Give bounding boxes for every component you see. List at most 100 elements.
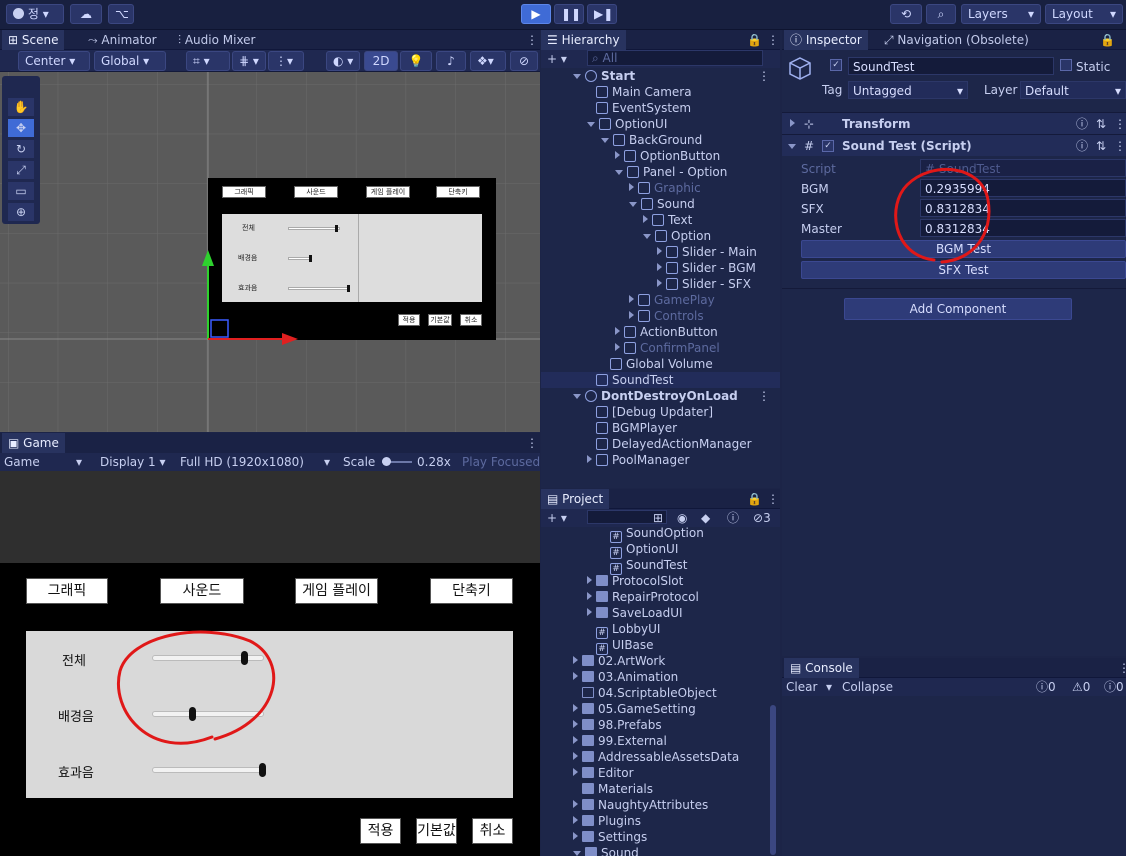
collapse-button[interactable]: Collapse: [842, 679, 893, 695]
project-item[interactable]: # LobbyUI: [541, 621, 771, 639]
chevron-right-icon[interactable]: [573, 768, 578, 776]
lock-icon[interactable]: 🔒: [1094, 30, 1121, 50]
soundtest-header[interactable]: # ✓ Sound Test (Script) ⓘ ⇅ ⋮: [782, 134, 1126, 156]
hierarchy-item[interactable]: Option: [541, 228, 780, 244]
search-icon[interactable]: ⌕: [926, 4, 956, 24]
play-focused-dropdown[interactable]: Play Focused: [462, 454, 540, 470]
project-item[interactable]: # SoundOption: [541, 525, 771, 543]
project-item[interactable]: 05.GameSetting: [541, 701, 771, 717]
error-count[interactable]: ⓘ0: [1104, 679, 1124, 695]
project-item[interactable]: # OptionUI: [541, 541, 771, 559]
project-item[interactable]: NaughtyAttributes: [541, 797, 771, 813]
grid-snap-icon[interactable]: ⌗ ▾: [186, 51, 230, 71]
scale-slider-knob[interactable]: [382, 457, 391, 466]
project-item[interactable]: # SoundTest: [541, 557, 771, 575]
display-dropdown[interactable]: Display 1 ▾: [100, 454, 166, 470]
pivot-dropdown[interactable]: Center ▾: [18, 51, 90, 71]
hierarchy-item[interactable]: OptionUI: [541, 116, 780, 132]
chevron-right-icon[interactable]: [587, 455, 592, 463]
filter-icon[interactable]: ⊞: [653, 510, 663, 526]
chevron-right-icon[interactable]: [573, 704, 578, 712]
hierarchy-item[interactable]: DontDestroyOnLoad ⋮: [541, 388, 780, 404]
add-icon[interactable]: + ▾: [547, 51, 567, 67]
chevron-down-icon[interactable]: [573, 851, 581, 856]
project-item[interactable]: # UIBase: [541, 637, 771, 655]
layer-dropdown[interactable]: Default ▾: [1020, 81, 1126, 99]
hierarchy-item[interactable]: BGMPlayer: [541, 420, 780, 436]
project-item[interactable]: 03.Animation: [541, 669, 771, 685]
hierarchy-item[interactable]: DelayedActionManager: [541, 436, 780, 452]
project-item[interactable]: 99.External: [541, 733, 771, 749]
static-checkbox[interactable]: [1060, 59, 1072, 71]
project-item[interactable]: Settings: [541, 829, 771, 845]
active-checkbox[interactable]: ✓: [830, 59, 842, 71]
layout-dropdown[interactable]: Layout ▾: [1045, 4, 1123, 24]
chevron-down-icon[interactable]: [573, 394, 581, 399]
clear-button[interactable]: Clear: [786, 679, 817, 695]
tag-dropdown[interactable]: Untagged ▾: [848, 81, 968, 99]
step-button[interactable]: ▶❚: [587, 4, 617, 24]
tab-animator[interactable]: ⤳ Animator: [82, 30, 163, 50]
hierarchy-item[interactable]: ConfirmPanel: [541, 340, 780, 356]
add-icon[interactable]: + ▾: [547, 510, 567, 526]
project-scrollbar-thumb[interactable]: [770, 705, 776, 855]
move-gizmo[interactable]: [0, 72, 540, 432]
chevron-down-icon[interactable]: [643, 234, 651, 239]
scene-viewport[interactable]: ✋ ✥ ↻ ⤢ ▭ ⊕ 그래픽 사운드 게임 플레이 단축키 전체 배경음 효과…: [0, 72, 540, 432]
hierarchy-item[interactable]: Slider - SFX: [541, 276, 780, 292]
project-item[interactable]: Materials: [541, 781, 771, 797]
hierarchy-item[interactable]: GamePlay: [541, 292, 780, 308]
chevron-down-icon[interactable]: [587, 122, 595, 127]
chevron-right-icon[interactable]: [629, 295, 634, 303]
history-icon[interactable]: ⟲: [890, 4, 922, 24]
hierarchy-item[interactable]: SoundTest: [541, 372, 780, 388]
hierarchy-item[interactable]: Start ⋮: [541, 68, 780, 84]
hierarchy-item[interactable]: Graphic: [541, 180, 780, 196]
chevron-right-icon[interactable]: [629, 183, 634, 191]
label-filter-icon[interactable]: ◆: [701, 510, 710, 526]
help-icon[interactable]: ⓘ: [1076, 138, 1088, 154]
chevron-right-icon[interactable]: [573, 800, 578, 808]
project-item[interactable]: 04.ScriptableObject: [541, 685, 771, 701]
project-item[interactable]: 98.Prefabs: [541, 717, 771, 733]
project-item[interactable]: SaveLoadUI: [541, 605, 771, 621]
hierarchy-item[interactable]: Text: [541, 212, 780, 228]
audio-icon[interactable]: ♪: [436, 51, 466, 71]
hierarchy-item[interactable]: ActionButton: [541, 324, 780, 340]
chevron-down-icon[interactable]: [601, 138, 609, 143]
mode-2d-toggle[interactable]: 2D: [364, 51, 398, 71]
chevron-down-icon[interactable]: [629, 202, 637, 207]
component-more-icon[interactable]: ⋮: [1114, 116, 1126, 132]
tab-audio-mixer[interactable]: ⫶ Audio Mixer: [172, 30, 262, 50]
chevron-right-icon[interactable]: [587, 576, 592, 584]
space-dropdown[interactable]: Global ▾: [94, 51, 166, 71]
scale-slider[interactable]: [382, 457, 412, 466]
increment-icon[interactable]: ⋮▾: [268, 51, 304, 71]
hierarchy-item[interactable]: OptionButton: [541, 148, 780, 164]
account-dropdown[interactable]: 정 ▾: [6, 4, 64, 24]
tab-hierarchy[interactable]: ☰ Hierarchy: [541, 30, 626, 50]
chevron-right-icon[interactable]: [573, 816, 578, 824]
project-item[interactable]: Editor: [541, 765, 771, 781]
game-viewport[interactable]: 그래픽 사운드 게임 플레이 단축키 전체 배경음 효과음 적용 기본값 취소: [0, 471, 540, 856]
info-icon[interactable]: ⓘ: [727, 510, 739, 526]
tab-navigation[interactable]: ⤢ Navigation (Obsolete): [878, 30, 1035, 50]
chevron-right-icon[interactable]: [573, 752, 578, 760]
scene-more-icon[interactable]: ⋮: [758, 388, 770, 404]
hierarchy-item[interactable]: Slider - BGM: [541, 260, 780, 276]
console-more-icon[interactable]: ⋮: [1112, 658, 1126, 678]
hierarchy-item[interactable]: [Debug Updater]: [541, 404, 780, 420]
chevron-right-icon[interactable]: [587, 592, 592, 600]
tab-inspector[interactable]: ⓘ Inspector: [784, 30, 868, 50]
hierarchy-search-input[interactable]: ⌕ All: [587, 50, 763, 66]
collab-icon[interactable]: ⌥: [108, 4, 134, 24]
project-scrollbar[interactable]: [770, 535, 776, 856]
chevron-down-icon[interactable]: [573, 74, 581, 79]
play-button[interactable]: ▶: [521, 4, 551, 24]
add-component-button[interactable]: Add Component: [844, 298, 1072, 320]
project-item[interactable]: 02.ArtWork: [541, 653, 771, 669]
project-item[interactable]: Plugins: [541, 813, 771, 829]
hierarchy-item[interactable]: Global Volume: [541, 356, 780, 372]
chevron-right-icon[interactable]: [573, 832, 578, 840]
info-count[interactable]: ⓘ0: [1036, 679, 1056, 695]
